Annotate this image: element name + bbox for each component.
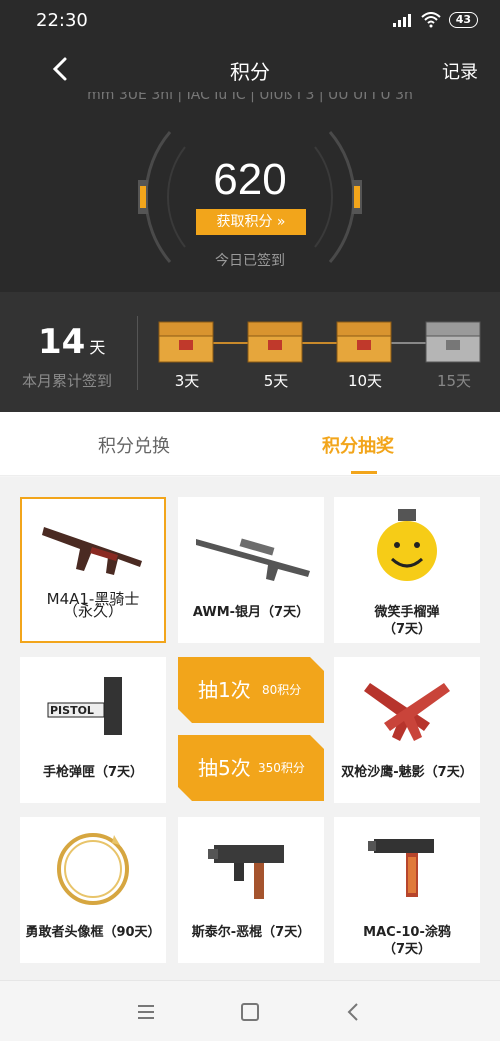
page-title: 积分 bbox=[230, 60, 270, 84]
days-label: 本月累计签到 bbox=[22, 372, 113, 390]
tab-lottery[interactable]: 积分抽奖 bbox=[322, 432, 394, 458]
days-unit: 天 bbox=[89, 338, 106, 357]
chest-icon[interactable] bbox=[157, 320, 215, 364]
draw-once-button[interactable]: 抽1次 80积分 bbox=[178, 657, 324, 723]
prize-name: 手枪弹匣（7天） bbox=[42, 765, 144, 780]
status-time: 22:30 bbox=[36, 10, 88, 31]
chest-icon[interactable] bbox=[246, 320, 304, 364]
status-bar: 22:30 43 bbox=[0, 0, 500, 44]
pistol-magazine-icon: PISTOL bbox=[47, 677, 122, 735]
prize-card[interactable]: PISTOL 手枪弹匣（7天） bbox=[20, 657, 166, 803]
prize-name: 勇敢者头像框（90天） bbox=[25, 925, 161, 940]
days-number: 14 bbox=[38, 322, 86, 362]
back-icon[interactable] bbox=[342, 1001, 366, 1023]
sniper-awm-icon bbox=[196, 538, 310, 581]
checkin-panel: 14 天 本月累计签到 3天 5天 10天 15天 bbox=[0, 292, 500, 412]
draw-once-cost: 80积分 bbox=[262, 683, 302, 697]
prize-name: AWM-银月（7天） bbox=[192, 605, 310, 620]
milestone-label: 15天 bbox=[436, 372, 472, 390]
system-nav-bar bbox=[0, 980, 500, 1041]
prize-duration: （永久） bbox=[62, 602, 123, 620]
draw-once-label: 抽1次 bbox=[198, 678, 251, 702]
prize-card[interactable]: 斯泰尔-恶棍（7天） bbox=[178, 817, 324, 963]
header-panel: 22:30 43 积分 记录 mm 3ÜÉ 3ñí | IAC Iü IC | … bbox=[0, 0, 500, 412]
signal-icon bbox=[392, 14, 411, 27]
prize-card[interactable]: MAC-10-涂鸦 （7天） bbox=[334, 817, 480, 963]
nav-bar: 积分 记录 bbox=[0, 48, 500, 92]
prize-name: 斯泰尔-恶棍（7天） bbox=[191, 925, 311, 940]
days-count: 14 天 bbox=[38, 322, 105, 362]
tab-indicator bbox=[351, 471, 377, 474]
draw-five-button[interactable]: 抽5次 350积分 bbox=[178, 735, 324, 801]
draw-five-label: 抽5次 bbox=[198, 756, 251, 780]
scroll-ticker: mm 3ÜÉ 3ñí | IAC Iü IC | ÜïÜß I 3 | ÜÜ Ü… bbox=[87, 92, 413, 103]
prize-duration: （7天） bbox=[382, 942, 432, 957]
prize-card[interactable]: AWM-银月（7天） bbox=[178, 497, 324, 643]
prize-card[interactable]: 勇敢者头像框（90天） bbox=[20, 817, 166, 963]
tab-bar: 积分兑换 积分抽奖 bbox=[0, 412, 500, 476]
battery-indicator: 43 bbox=[448, 12, 478, 28]
smg-steyr-icon bbox=[208, 845, 284, 899]
milestone-label: 10天 bbox=[347, 372, 383, 390]
dual-pistols-icon bbox=[364, 683, 450, 741]
smile-grenade-icon bbox=[377, 509, 437, 581]
avatar-frame-icon bbox=[57, 833, 129, 905]
menu-icon[interactable] bbox=[134, 1001, 158, 1023]
tab-exchange[interactable]: 积分兑换 bbox=[98, 432, 170, 458]
prize-card[interactable]: M4A1-黑骑士 （永久） bbox=[20, 497, 166, 643]
chest-icon[interactable] bbox=[335, 320, 393, 364]
chest-locked-icon[interactable] bbox=[424, 320, 482, 364]
divider bbox=[137, 316, 138, 390]
smg-mac10-icon bbox=[368, 839, 434, 897]
get-points-button[interactable]: 获取积分 » bbox=[196, 209, 306, 235]
prize-name: 双枪沙鹰-魅影（7天） bbox=[341, 765, 473, 780]
rifle-m4a1-icon bbox=[42, 527, 142, 575]
record-link[interactable]: 记录 bbox=[442, 58, 478, 84]
prize-card[interactable]: 双枪沙鹰-魅影（7天） bbox=[334, 657, 480, 803]
svg-text:PISTOL: PISTOL bbox=[50, 704, 94, 717]
signed-status: 今日已签到 bbox=[215, 253, 285, 269]
milestone-label: 5天 bbox=[263, 372, 289, 390]
prize-card[interactable]: 微笑手榴弹 （7天） bbox=[334, 497, 480, 643]
home-icon[interactable] bbox=[238, 1001, 262, 1023]
points-value: 620 bbox=[213, 155, 287, 204]
milestone-label: 3天 bbox=[174, 372, 200, 390]
prize-grid: M4A1-黑骑士 （永久） AWM-银月（7天） 微笑手榴弹 （7天） PIST… bbox=[0, 477, 500, 980]
draw-five-cost: 350积分 bbox=[258, 761, 305, 775]
wifi-icon bbox=[421, 12, 441, 28]
prize-duration: （7天） bbox=[382, 622, 432, 637]
